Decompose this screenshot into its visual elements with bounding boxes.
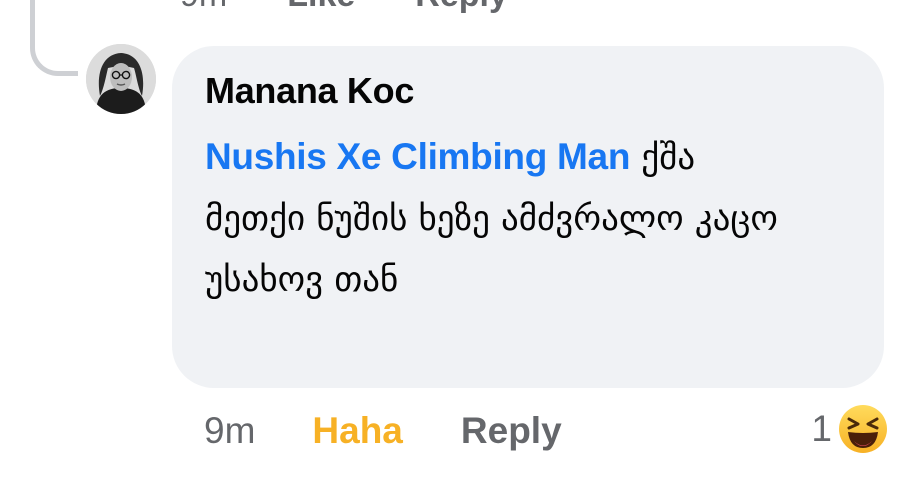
comment-body: Nushis Xe Climbing Man ქშა მეთქი ნუშის ხ… <box>205 126 805 311</box>
comment-time[interactable]: 9m <box>204 410 255 452</box>
mention-link[interactable]: Nushis Xe Climbing Man <box>205 136 630 177</box>
haha-emoji-icon <box>839 405 887 453</box>
comment-author-name[interactable]: Manana Koc <box>205 68 854 114</box>
comment-bubble: Manana Koc Nushis Xe Climbing Man ქშა მე… <box>172 46 884 388</box>
comment-actions: 9m Haha Reply <box>204 406 562 456</box>
avatar[interactable] <box>86 44 156 114</box>
previous-comment-reply-button[interactable]: Reply <box>415 0 508 14</box>
previous-comment-time: 9m <box>180 0 227 14</box>
previous-comment-actions: 9m Like Reply <box>180 0 508 14</box>
reaction-count: 1 <box>811 408 832 449</box>
reply-button[interactable]: Reply <box>461 410 562 452</box>
previous-comment-like-button[interactable]: Like <box>287 0 355 14</box>
haha-reaction-button[interactable]: Haha <box>312 410 402 452</box>
avatar-photo <box>86 44 156 114</box>
reaction-summary[interactable]: 1 <box>811 400 888 458</box>
thread-connector-line <box>30 0 78 76</box>
